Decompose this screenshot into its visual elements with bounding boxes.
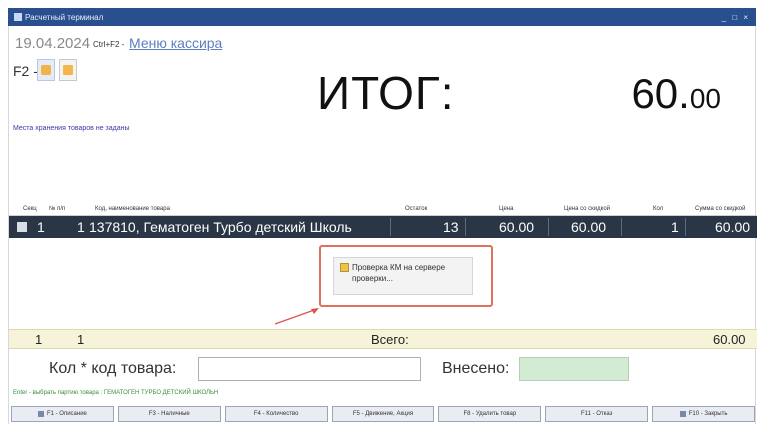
cashier-menu-shortcut: Ctrl+F2 - bbox=[93, 40, 125, 49]
col-price: Цена bbox=[499, 206, 514, 212]
total-int: 60. bbox=[631, 70, 690, 117]
total-label: ИТОГ: bbox=[317, 67, 455, 119]
annotation-arrow bbox=[274, 308, 319, 325]
total-value: 60.00 bbox=[631, 70, 721, 118]
fkey-label: F8 - Удалить товар bbox=[463, 411, 517, 417]
f2-action-button[interactable] bbox=[37, 59, 55, 81]
km-check-popup: Проверка КМ на сервере проверки... bbox=[319, 245, 493, 307]
cell-name: 137810, Гематоген Турбо детский Школь bbox=[89, 219, 352, 235]
cell-num: 1 bbox=[77, 219, 85, 235]
hint-text: Enter - выбрать партию товара : ГЕМАТОГЕ… bbox=[13, 390, 219, 396]
key-icon bbox=[37, 411, 44, 417]
cashier-menu-link[interactable]: Меню кассира bbox=[129, 35, 222, 51]
col-sum: Сумма со скидкой bbox=[695, 206, 746, 212]
cell-disc-price: 60.00 bbox=[571, 219, 607, 235]
tag-icon bbox=[41, 65, 51, 75]
col-name: Код, наименование товара bbox=[95, 206, 170, 212]
fkey-f1-button[interactable]: F1 - Описание bbox=[11, 406, 114, 422]
row-checkbox[interactable] bbox=[17, 222, 27, 232]
fkey-label: F10 - Закрыть bbox=[688, 411, 728, 417]
cell-price: 60.00 bbox=[499, 219, 535, 235]
window-controls[interactable]: _ □ × bbox=[722, 13, 750, 22]
qty-code-input[interactable] bbox=[198, 357, 421, 381]
totals-sum: 60.00 bbox=[713, 332, 746, 347]
qty-code-label: Кол * код товара: bbox=[49, 360, 177, 377]
grid-button[interactable] bbox=[59, 59, 77, 81]
table-row[interactable]: 1 1 137810, Гематоген Турбо детский Школ… bbox=[9, 216, 757, 238]
cell-section: 1 bbox=[37, 219, 45, 235]
current-date: 19.04.2024 bbox=[15, 35, 91, 52]
fkey-label: F5 - Движение, Акция bbox=[352, 411, 414, 417]
col-qty: Кол bbox=[653, 206, 664, 212]
exit-icon bbox=[679, 411, 686, 417]
paid-label: Внесено: bbox=[442, 360, 510, 377]
check-icon bbox=[340, 263, 349, 272]
fkey-label: F11 - Отказ bbox=[581, 411, 613, 417]
table-header: Секц № п/п Код, наименование товара Оста… bbox=[9, 204, 757, 216]
cell-stock: 13 bbox=[443, 219, 459, 235]
f2-label: F2 - bbox=[13, 63, 38, 79]
grid-icon bbox=[63, 65, 73, 75]
col-disc-price: Цена со скидкой bbox=[564, 206, 611, 212]
total-dec: 00 bbox=[689, 83, 721, 114]
window-titlebar: Расчетный терминал _ □ × bbox=[8, 8, 756, 26]
fkey-f5-button[interactable]: F5 - Движение, Акция bbox=[331, 406, 435, 422]
km-check-notice: Проверка КМ на сервере проверки... bbox=[333, 257, 473, 295]
fkey-f10-button[interactable]: F10 - Закрыть bbox=[652, 406, 756, 422]
cell-qty: 1 bbox=[671, 219, 679, 235]
function-keys-bar: F1 - Описание F3 - Наличные F4 - Количес… bbox=[9, 406, 757, 424]
fkey-label: F1 - Описание bbox=[46, 411, 87, 417]
km-check-message: Проверка КМ на сервере проверки... bbox=[352, 263, 446, 283]
totals-section: 1 bbox=[35, 332, 43, 347]
col-section: Секц bbox=[23, 206, 37, 212]
fkey-f4-button[interactable]: F4 - Количество bbox=[224, 406, 328, 422]
fkey-f3-button[interactable]: F3 - Наличные bbox=[117, 406, 221, 422]
cell-sum: 60.00 bbox=[715, 219, 751, 235]
fkey-label: F4 - Количество bbox=[253, 411, 299, 417]
paid-field[interactable] bbox=[519, 357, 629, 381]
storage-note: Места хранения товаров не заданы bbox=[13, 125, 130, 132]
totals-bar: 1 1 Всего: 60.00 bbox=[9, 329, 757, 349]
col-num: № п/п bbox=[49, 206, 66, 212]
window-title: Расчетный терминал bbox=[25, 12, 104, 22]
fkey-f8-button[interactable]: F8 - Удалить товар bbox=[438, 406, 542, 422]
fkey-label: F3 - Наличные bbox=[148, 411, 190, 417]
terminal-window: 19.04.2024 Ctrl+F2 - Меню кассира F2 - И… bbox=[8, 26, 757, 424]
fkey-f11-button[interactable]: F11 - Отказ bbox=[545, 406, 649, 422]
totals-count: 1 bbox=[77, 332, 85, 347]
app-icon bbox=[14, 13, 22, 21]
totals-label: Всего: bbox=[371, 332, 409, 347]
col-stock: Остаток bbox=[405, 206, 428, 212]
